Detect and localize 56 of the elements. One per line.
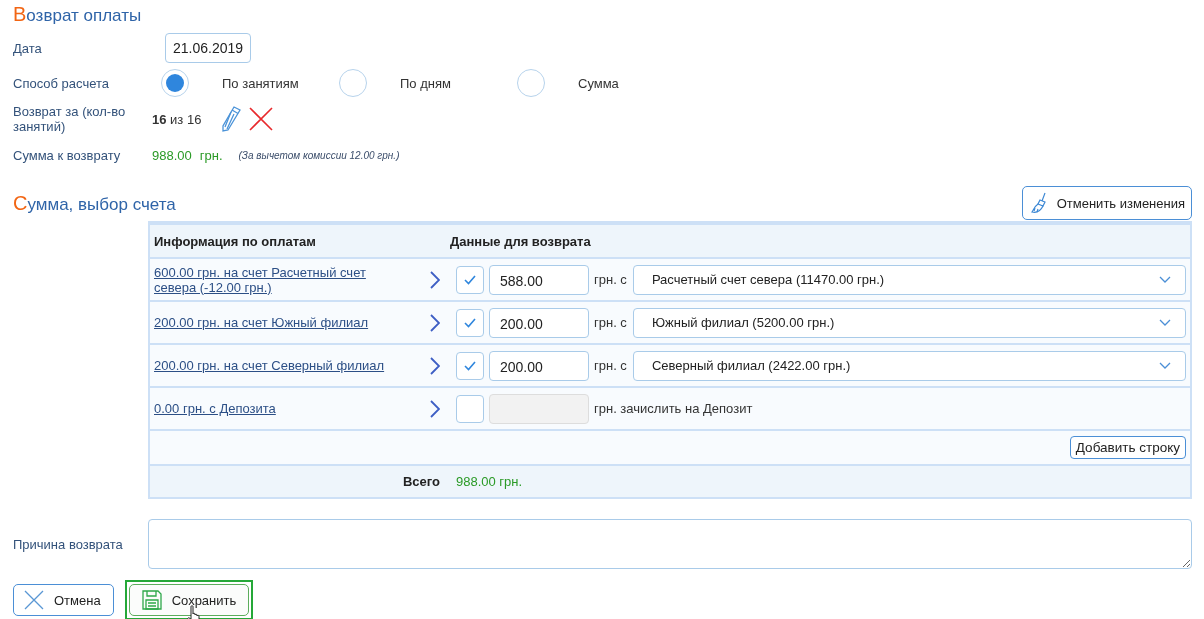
section-title: Сумма, выбор счета <box>13 191 176 215</box>
chevron-right-icon[interactable] <box>430 399 440 418</box>
payment-link[interactable]: 0.00 грн. с Депозита <box>154 401 276 416</box>
reset-changes-button[interactable]: Отменить изменения <box>1021 186 1192 220</box>
chevron-right-icon[interactable] <box>430 356 440 375</box>
checkbox[interactable] <box>456 265 484 294</box>
column-header: Информация по оплатам <box>154 233 316 249</box>
delete-icon[interactable] <box>249 107 274 131</box>
radio-label: По занятиям <box>222 75 299 91</box>
amount-field[interactable]: 588.00 <box>489 264 589 295</box>
total-amount: 988.00 грн. <box>456 474 523 489</box>
account-select[interactable]: Южный филиал (5200.00 грн.) <box>632 307 1186 338</box>
radio-label: Сумма <box>578 75 619 91</box>
column-header: Данные для возврата <box>450 233 591 249</box>
save-button[interactable]: Сохранить <box>128 584 250 616</box>
amount-field[interactable] <box>489 393 589 424</box>
field-label: Причина возврата <box>13 536 124 552</box>
total-label: Всего <box>402 474 440 489</box>
chevron-right-icon[interactable] <box>430 270 440 289</box>
unit-label: грн. с <box>594 315 627 330</box>
unit-label: грн. зачислить на Депозит <box>594 401 753 416</box>
field-label: Дата <box>13 40 43 56</box>
section-title: Возврат оплаты <box>13 3 142 26</box>
payment-link[interactable]: 600.00 грн. на счет Расчетный счет севера (-12.00 грн.) <box>154 264 394 295</box>
field-label: Возврат за (кол-во занятий) <box>13 104 127 134</box>
cancel-button[interactable]: Отмена <box>13 584 114 616</box>
checkbox[interactable] <box>456 394 484 423</box>
checkbox[interactable] <box>456 308 484 337</box>
checkmark-icon <box>464 360 476 371</box>
radio-label: По дням <box>400 75 451 91</box>
checkmark-icon <box>464 317 476 328</box>
add-row-button[interactable]: Добавить строку <box>1069 436 1186 459</box>
checkbox[interactable] <box>456 351 484 380</box>
lesson-count: 16 из 16 <box>152 111 202 127</box>
chevron-right-icon[interactable] <box>430 313 440 332</box>
cross-icon <box>24 590 44 610</box>
unit-label: грн. с <box>594 358 627 373</box>
refund-amount: 988.00 <box>152 147 192 163</box>
unit-label: грн. с <box>594 272 627 287</box>
reason-field[interactable] <box>148 519 1192 569</box>
account-select[interactable]: Расчетный счет севера (11470.00 грн.) <box>632 264 1186 295</box>
chevron-down-icon <box>1159 319 1171 326</box>
chevron-down-icon <box>1159 362 1171 369</box>
currency-label: грн. <box>199 147 223 163</box>
payment-link[interactable]: 200.00 грн. на счет Южный филиал <box>154 315 369 330</box>
amount-field[interactable]: 200.00 <box>489 350 589 381</box>
field-label: Сумма к возврату <box>13 147 122 163</box>
account-select[interactable]: Северный филиал (2422.00 грн.) <box>632 350 1186 381</box>
checkmark-icon <box>464 274 476 285</box>
amount-field[interactable]: 200.00 <box>489 307 589 338</box>
field-label: Способ расчета <box>13 75 110 91</box>
date-field[interactable]: 21.06.2019 <box>165 33 252 63</box>
commission-note: (За вычетом комиссии 12.00 грн.) <box>238 149 400 161</box>
chevron-down-icon <box>1159 276 1171 283</box>
pencil-icon[interactable] <box>221 106 242 132</box>
payment-link[interactable]: 200.00 грн. на счет Северный филиал <box>154 358 385 373</box>
